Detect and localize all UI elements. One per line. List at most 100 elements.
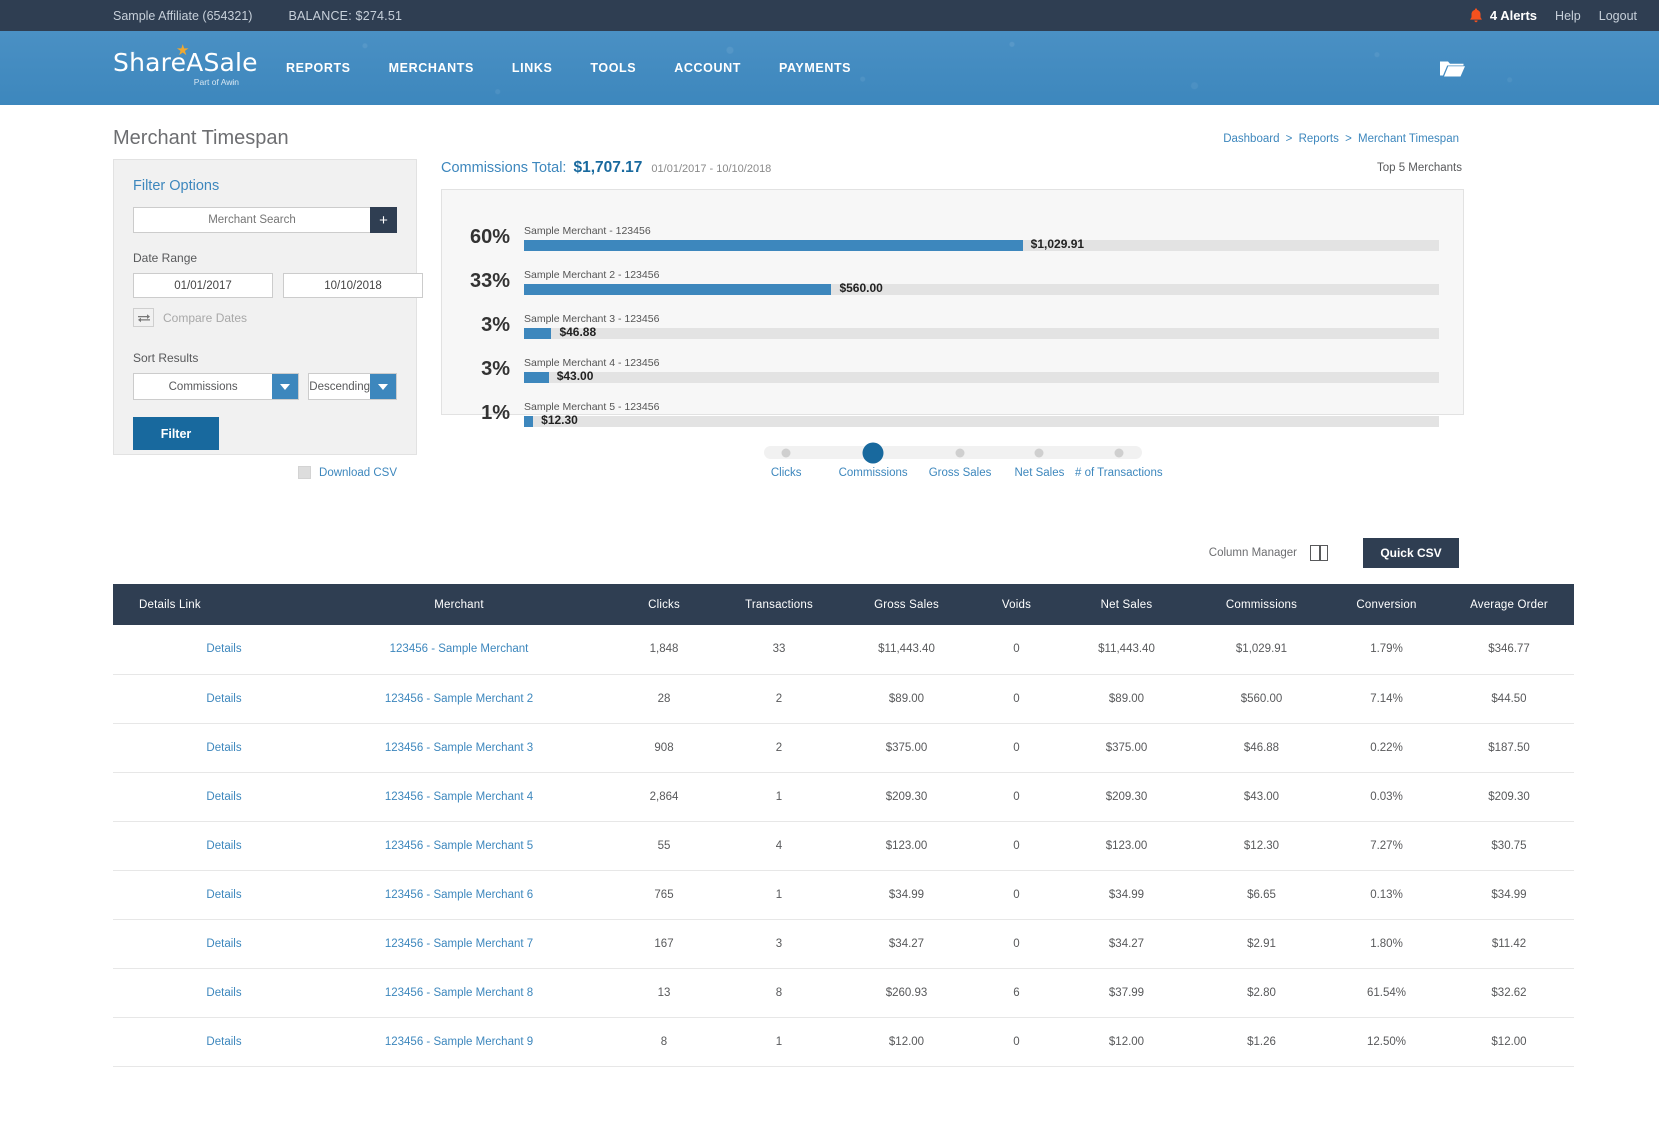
slider-label-net-sales[interactable]: Net Sales xyxy=(994,466,1084,480)
merchant-link[interactable]: 123456 - Sample Merchant 8 xyxy=(385,987,533,999)
nav-item-reports[interactable]: REPORTS xyxy=(267,61,370,75)
slider-label-transactions[interactable]: # of Transactions xyxy=(1074,466,1164,480)
details-link[interactable]: Details xyxy=(206,987,241,999)
col-header-merchant[interactable]: Merchant xyxy=(309,584,609,625)
nav-item-account[interactable]: ACCOUNT xyxy=(655,61,760,75)
date-from-input[interactable] xyxy=(133,273,273,298)
utility-bar: Sample Affiliate (654321) BALANCE: $274.… xyxy=(0,0,1659,31)
cell-merchant[interactable]: 123456 - Sample Merchant 2 xyxy=(309,674,609,723)
cell-voids: 0 xyxy=(974,1017,1059,1066)
cell-details[interactable]: Details xyxy=(113,772,309,821)
merchant-link[interactable]: 123456 - Sample Merchant 5 xyxy=(385,840,533,852)
slider-stop-commissions[interactable] xyxy=(863,442,884,463)
folder-icon[interactable] xyxy=(1439,58,1465,78)
details-link[interactable]: Details xyxy=(206,840,241,852)
chevron-down-icon[interactable] xyxy=(272,374,298,399)
merchant-link[interactable]: 123456 - Sample Merchant 4 xyxy=(385,791,533,803)
quick-csv-button[interactable]: Quick CSV xyxy=(1363,538,1459,568)
cell-details[interactable]: Details xyxy=(113,674,309,723)
merchant-link[interactable]: 123456 - Sample Merchant 7 xyxy=(385,938,533,950)
details-link[interactable]: Details xyxy=(206,693,241,705)
nav-item-tools[interactable]: TOOLS xyxy=(571,61,655,75)
cell-merchant[interactable]: 123456 - Sample Merchant 4 xyxy=(309,772,609,821)
nav-item-merchants[interactable]: MERCHANTS xyxy=(370,61,493,75)
cell-merchant[interactable]: 123456 - Sample Merchant 9 xyxy=(309,1017,609,1066)
cell-average-order: $187.50 xyxy=(1444,723,1574,772)
sort-field-select[interactable]: Commissions xyxy=(133,373,299,400)
bar-percent: 33% xyxy=(462,271,524,295)
slider-stop-clicks[interactable] xyxy=(782,448,791,457)
cell-commissions: $2.80 xyxy=(1194,968,1329,1017)
cell-merchant[interactable]: 123456 - Sample Merchant 8 xyxy=(309,968,609,1017)
nav-item-payments[interactable]: PAYMENTS xyxy=(760,61,870,75)
compare-dates-toggle[interactable] xyxy=(133,308,154,327)
cell-details[interactable]: Details xyxy=(113,870,309,919)
chart-bar-row: 3% Sample Merchant 4 - 123456 $43.00 xyxy=(462,342,1439,383)
cell-details[interactable]: Details xyxy=(113,821,309,870)
col-header-conversion[interactable]: Conversion xyxy=(1329,584,1444,625)
bar-merchant-name: Sample Merchant 3 - 123456 xyxy=(524,313,1439,325)
table-header-row: Details Link Merchant Clicks Transaction… xyxy=(113,584,1574,625)
cell-merchant[interactable]: 123456 - Sample Merchant 6 xyxy=(309,870,609,919)
breadcrumb-reports[interactable]: Reports xyxy=(1299,133,1339,145)
merchant-link[interactable]: 123456 - Sample Merchant 2 xyxy=(385,693,533,705)
download-csv-checkbox[interactable] xyxy=(298,466,311,479)
details-link[interactable]: Details xyxy=(206,643,241,655)
cell-details[interactable]: Details xyxy=(113,968,309,1017)
merchant-link[interactable]: 123456 - Sample Merchant 9 xyxy=(385,1036,533,1048)
download-csv-label[interactable]: Download CSV xyxy=(319,467,397,479)
breadcrumb-dashboard[interactable]: Dashboard xyxy=(1223,133,1279,145)
logout-link[interactable]: Logout xyxy=(1599,9,1637,23)
merchant-link[interactable]: 123456 - Sample Merchant 6 xyxy=(385,889,533,901)
col-header-details-link[interactable]: Details Link xyxy=(113,584,309,625)
column-manager-label[interactable]: Column Manager xyxy=(1209,547,1297,559)
sort-results-label: Sort Results xyxy=(133,351,397,365)
metric-slider[interactable]: Clicks Commissions Gross Sales Net Sales… xyxy=(764,442,1142,506)
merchant-link[interactable]: 123456 - Sample Merchant xyxy=(390,643,529,655)
slider-stop-gross-sales[interactable] xyxy=(956,448,965,457)
nav-item-links[interactable]: LINKS xyxy=(493,61,572,75)
col-header-gross-sales[interactable]: Gross Sales xyxy=(839,584,974,625)
cell-merchant[interactable]: 123456 - Sample Merchant 5 xyxy=(309,821,609,870)
slider-label-commissions[interactable]: Commissions xyxy=(828,466,918,480)
filter-submit-button[interactable]: Filter xyxy=(133,417,219,450)
details-link[interactable]: Details xyxy=(206,791,241,803)
merchant-search-input[interactable] xyxy=(133,207,370,233)
cell-details[interactable]: Details xyxy=(113,919,309,968)
merchant-link[interactable]: 123456 - Sample Merchant 3 xyxy=(385,742,533,754)
cell-voids: 0 xyxy=(974,674,1059,723)
details-link[interactable]: Details xyxy=(206,938,241,950)
cell-transactions: 1 xyxy=(719,1017,839,1066)
date-to-input[interactable] xyxy=(283,273,423,298)
cell-merchant[interactable]: 123456 - Sample Merchant 7 xyxy=(309,919,609,968)
alerts-button[interactable]: 4 Alerts xyxy=(1469,8,1537,23)
bar-percent: 3% xyxy=(462,315,524,339)
cell-details[interactable]: Details xyxy=(113,723,309,772)
filter-options-panel: Filter Options + Date Range Compare Date… xyxy=(113,159,417,455)
help-link[interactable]: Help xyxy=(1555,9,1581,23)
col-header-average-order[interactable]: Average Order xyxy=(1444,584,1574,625)
slider-label-clicks[interactable]: Clicks xyxy=(741,466,831,480)
cell-details[interactable]: Details xyxy=(113,625,309,674)
col-header-clicks[interactable]: Clicks xyxy=(609,584,719,625)
chevron-down-icon[interactable] xyxy=(370,374,396,399)
details-link[interactable]: Details xyxy=(206,1036,241,1048)
details-link[interactable]: Details xyxy=(206,889,241,901)
col-header-voids[interactable]: Voids xyxy=(974,584,1059,625)
col-header-transactions[interactable]: Transactions xyxy=(719,584,839,625)
slider-label-gross-sales[interactable]: Gross Sales xyxy=(915,466,1005,480)
cell-merchant[interactable]: 123456 - Sample Merchant xyxy=(309,625,609,674)
slider-track[interactable] xyxy=(764,446,1142,459)
cell-voids: 0 xyxy=(974,625,1059,674)
slider-stop-transactions[interactable] xyxy=(1114,448,1123,457)
add-merchant-button[interactable]: + xyxy=(370,207,397,233)
cell-details[interactable]: Details xyxy=(113,1017,309,1066)
sort-direction-select[interactable]: Descending xyxy=(308,373,397,400)
columns-icon[interactable] xyxy=(1310,545,1328,561)
col-header-net-sales[interactable]: Net Sales xyxy=(1059,584,1194,625)
slider-stop-net-sales[interactable] xyxy=(1035,448,1044,457)
shareasale-logo[interactable]: ★ ShareASale Part of Awin xyxy=(113,50,243,87)
details-link[interactable]: Details xyxy=(206,742,241,754)
col-header-commissions[interactable]: Commissions xyxy=(1194,584,1329,625)
cell-merchant[interactable]: 123456 - Sample Merchant 3 xyxy=(309,723,609,772)
